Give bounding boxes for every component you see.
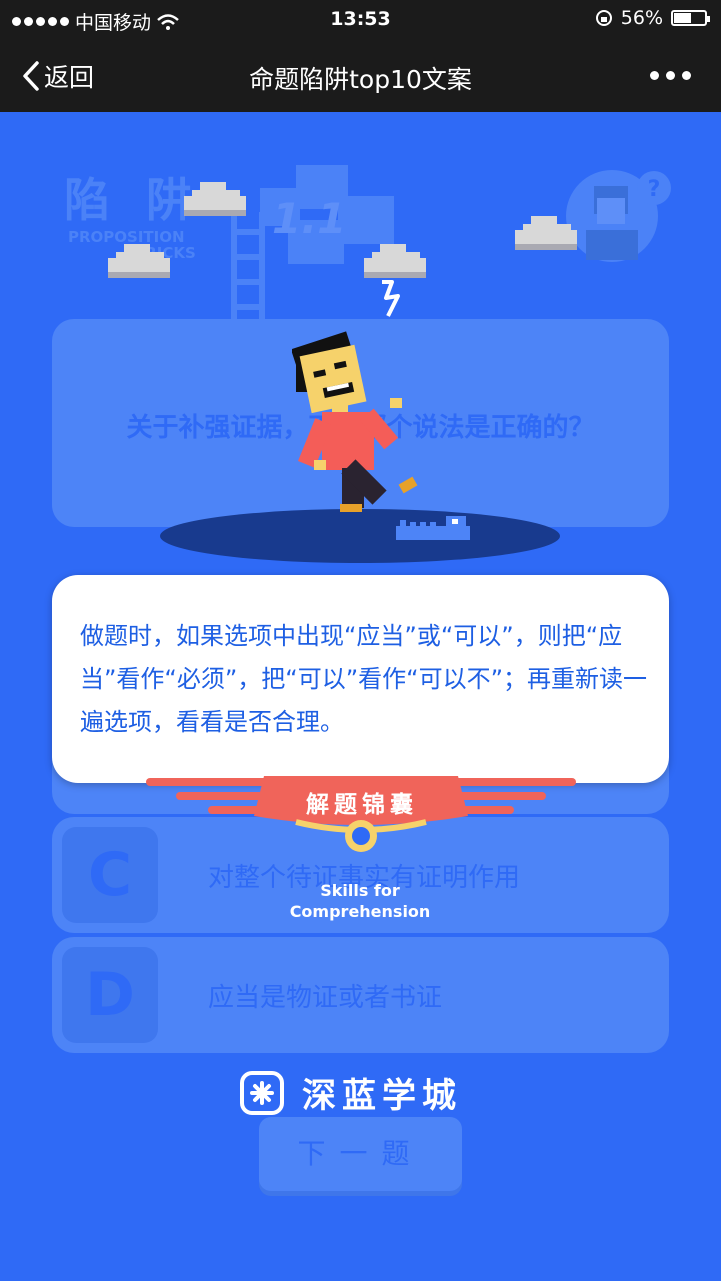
option-d-card[interactable]: D 应当是物证或者书证 — [52, 937, 669, 1053]
background-heading: 陷 阱 — [64, 173, 203, 227]
crocodile-icon — [396, 516, 470, 540]
pit-shadow — [160, 509, 560, 563]
storm-cloud-icon — [364, 244, 426, 317]
tip-ribbon-label: 解题锦囊 — [306, 792, 418, 818]
more-button[interactable] — [650, 71, 691, 80]
status-right: 56% — [595, 7, 710, 29]
character-illustration — [292, 331, 418, 512]
avatar-icon: ? — [566, 170, 671, 262]
next-question-button[interactable]: 下一题 — [259, 1117, 462, 1191]
battery-level-fill — [674, 13, 691, 23]
battery-icon — [671, 10, 710, 26]
nav-bar: 返回 命题陷阱top10文案 — [0, 38, 721, 112]
background-version: 1.1 — [272, 194, 347, 243]
battery-percent: 56% — [620, 7, 663, 29]
main-content: 陷 阱 PROPOSITION TRICKS 1.1 ? C 对整个待证事实有证… — [0, 112, 721, 1281]
cloud-icon — [108, 244, 170, 278]
brand: 深蓝学城 — [240, 1068, 462, 1117]
status-bar: 中国移动 13:53 56% — [0, 0, 721, 38]
svg-text:?: ? — [648, 177, 661, 202]
cloud-icon — [184, 182, 246, 216]
option-text: 应当是物证或者书证 — [208, 983, 443, 1013]
skills-caption-line2: Comprehension — [289, 902, 431, 921]
option-letter-badge: C — [62, 827, 158, 923]
skills-caption: Skills for Comprehension — [240, 880, 480, 922]
cloud-icon — [515, 216, 577, 250]
tip-card: 做题时，如果选项中出现“应当”或“可以”，则把“应当”看作“必须”，把“可以”看… — [52, 575, 669, 783]
brand-name: 深蓝学城 — [302, 1076, 462, 1116]
brand-logo-icon — [240, 1070, 284, 1115]
option-letter-badge: D — [62, 947, 158, 1043]
tip-text: 做题时，如果选项中出现“应当”或“可以”，则把“应当”看作“必须”，把“可以”看… — [80, 622, 648, 736]
page-title: 命题陷阱top10文案 — [249, 65, 472, 94]
skills-caption-line1: Skills for — [320, 881, 400, 900]
rotation-lock-icon — [595, 10, 612, 26]
